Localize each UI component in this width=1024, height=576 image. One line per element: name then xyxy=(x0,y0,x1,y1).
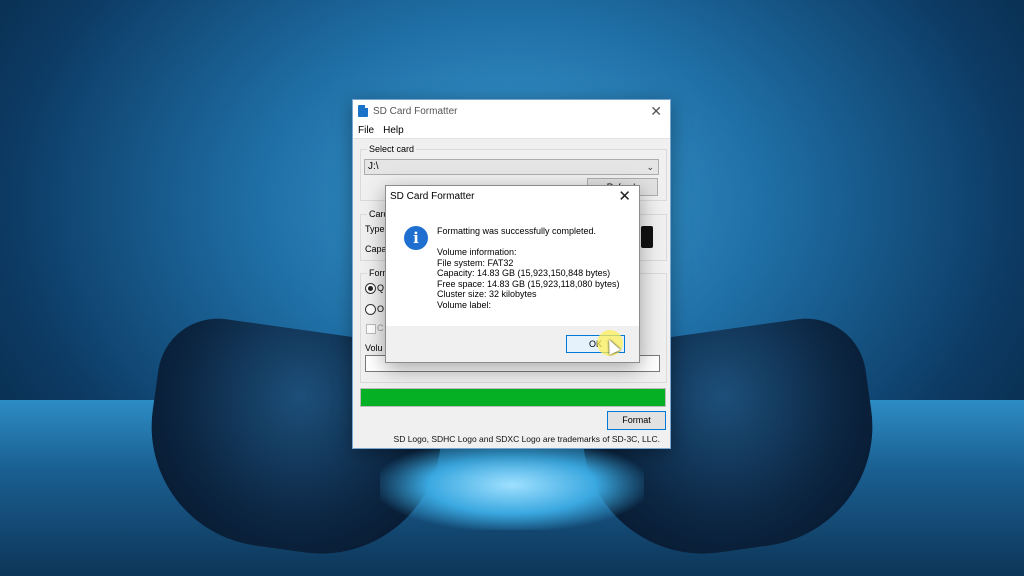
trademark-notice: SD Logo, SDHC Logo and SDXC Logo are tra… xyxy=(393,434,660,444)
dialog-message: Formatting was successfully completed. xyxy=(437,226,597,236)
volume-info: Volume information: File system: FAT32 C… xyxy=(437,247,619,311)
dialog-title: SD Card Formatter xyxy=(390,191,475,202)
capacity-line: Capacity: 14.83 GB (15,923,150,848 bytes… xyxy=(437,268,611,279)
quick-format-radio[interactable] xyxy=(365,283,376,294)
window-titlebar: SD Card Formatter ✕ xyxy=(353,100,670,122)
window-close-button[interactable]: ✕ xyxy=(650,103,662,120)
cluster-option-label: C xyxy=(377,323,384,333)
quick-format-label: Q xyxy=(377,283,385,293)
card-capacity-label: Capa xyxy=(365,244,387,254)
format-button[interactable]: Format xyxy=(607,411,666,430)
info-icon: i xyxy=(404,226,428,250)
file-system-line: File system: FAT32 xyxy=(437,257,514,268)
volume-label-line: Volume label: xyxy=(437,299,492,310)
overwrite-format-label: O xyxy=(377,304,385,314)
menu-help[interactable]: Help xyxy=(383,125,404,136)
sd-logo-icon xyxy=(641,226,653,248)
cluster-option-checkbox[interactable] xyxy=(366,324,376,334)
card-type-label: Type xyxy=(365,224,385,234)
cluster-size-line: Cluster size: 32 kilobytes xyxy=(437,289,537,300)
free-space-line: Free space: 14.83 GB (15,923,118,080 byt… xyxy=(437,278,620,289)
selected-card-value: J:\ xyxy=(368,161,379,172)
volume-info-heading: Volume information: xyxy=(437,247,517,257)
card-select-dropdown[interactable]: J:\ ⌄ xyxy=(364,159,659,175)
controller-light-bar xyxy=(380,440,644,530)
overwrite-format-radio[interactable] xyxy=(365,304,376,315)
select-card-label: Select card xyxy=(367,144,417,154)
sd-card-app-icon xyxy=(358,105,368,117)
menu-file[interactable]: File xyxy=(358,125,374,136)
dialog-close-button[interactable]: ✕ xyxy=(618,187,631,205)
chevron-down-icon: ⌄ xyxy=(646,162,654,172)
format-progress-bar xyxy=(360,388,666,407)
window-title: SD Card Formatter xyxy=(373,105,458,117)
progress-fill xyxy=(361,389,665,406)
volume-label-label: Volu xyxy=(365,343,383,353)
menu-bar: File Help xyxy=(353,122,670,139)
